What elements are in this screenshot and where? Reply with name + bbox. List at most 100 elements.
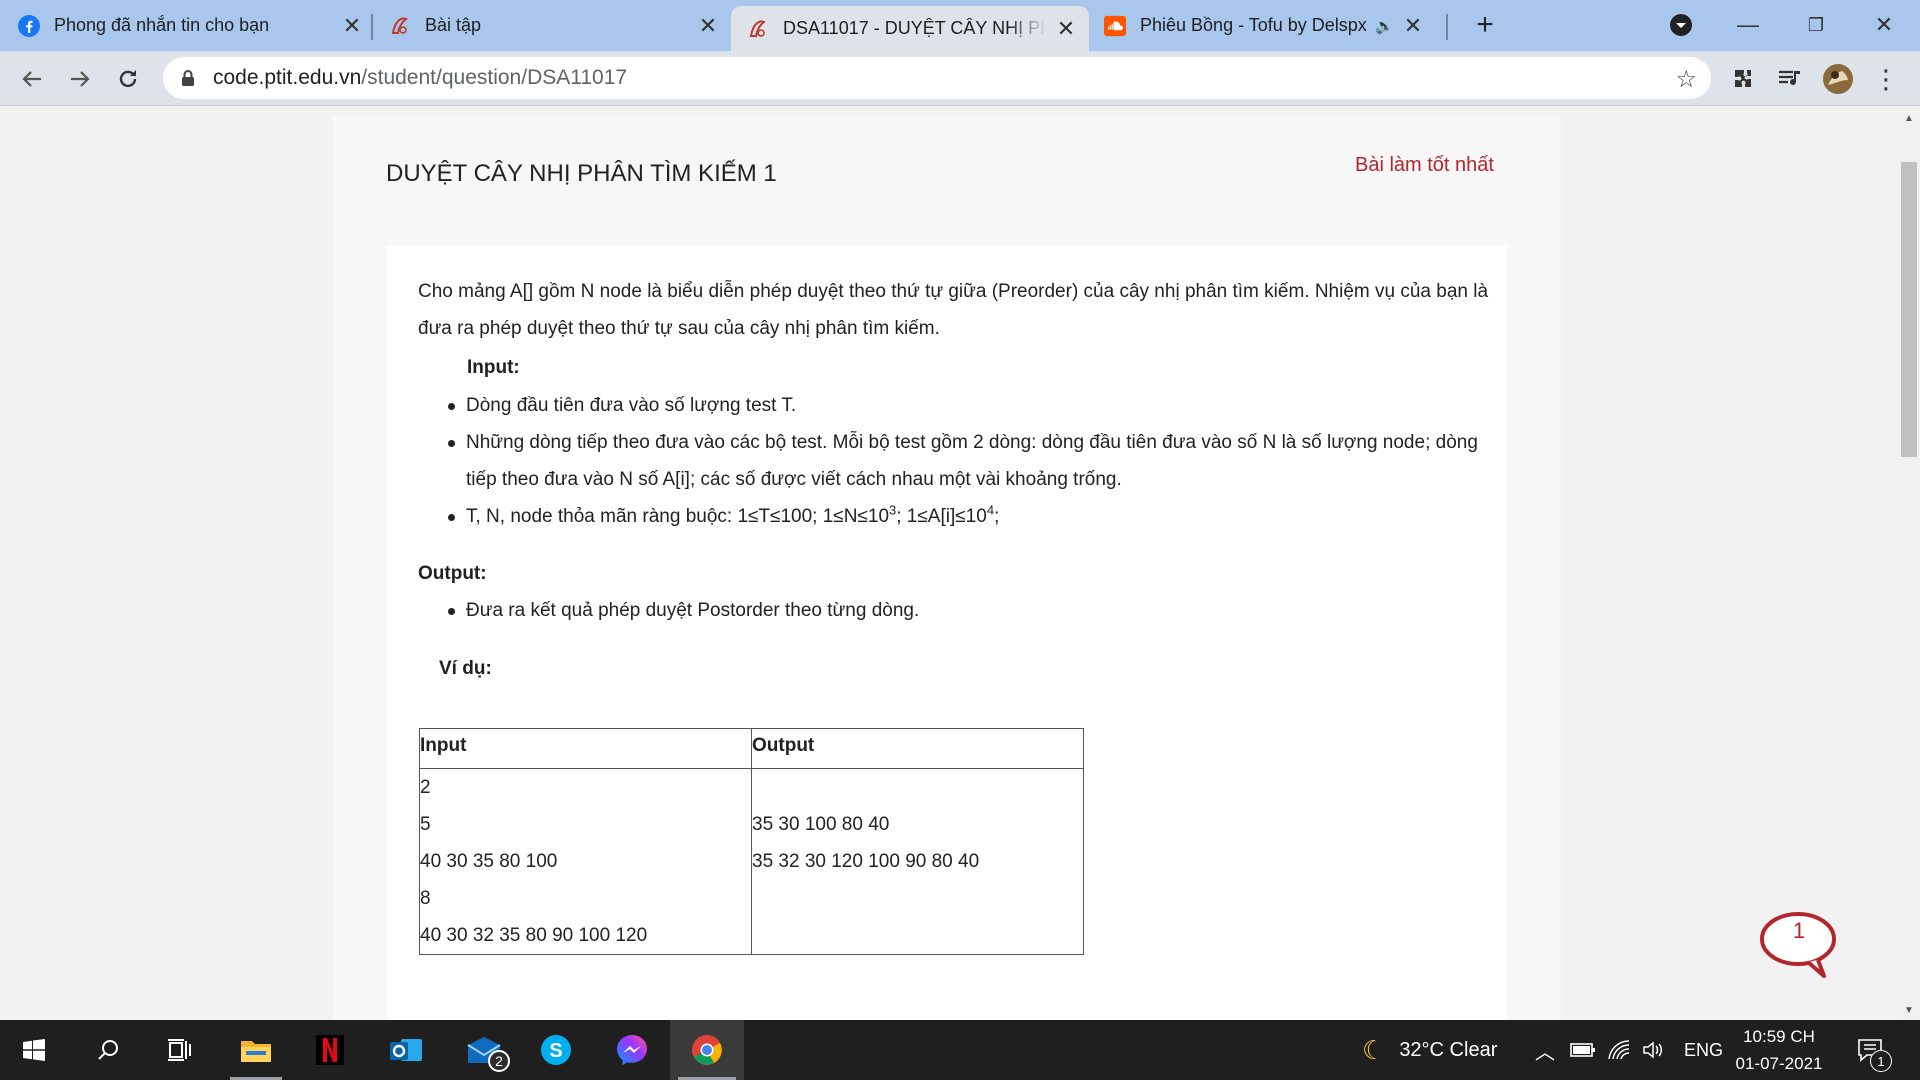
wifi-icon xyxy=(1608,1040,1630,1060)
chat-bubble-button[interactable]: 1 xyxy=(1760,910,1840,980)
folder-icon xyxy=(241,1041,271,1062)
example-heading: Ví dụ: xyxy=(439,658,492,679)
browser-toolbar: code.ptit.edu.vn/student/question/DSA110… xyxy=(0,51,1920,106)
action-center-button[interactable]: 1 xyxy=(1856,1020,1892,1080)
soundcloud-icon xyxy=(1104,15,1126,37)
weather-widget[interactable]: ☾ 32°C Clear xyxy=(1362,1020,1497,1080)
tab-title: DSA11017 - DUYỆT CÂY NHỊ PHÂ xyxy=(783,18,1047,38)
chat-badge: 1 xyxy=(1792,918,1806,943)
output-line: 35 30 100 80 40 xyxy=(752,814,890,835)
chrome-button[interactable] xyxy=(670,1020,744,1080)
minimize-button[interactable]: — xyxy=(1728,8,1768,42)
new-tab-button[interactable]: + xyxy=(1468,8,1502,42)
forward-button[interactable] xyxy=(62,61,98,97)
tab-facebook[interactable]: Phong đã nhắn tin cho bạn ✕ xyxy=(18,0,363,51)
bookmark-star-icon[interactable]: ☆ xyxy=(1675,65,1697,94)
constraint-item: T, N, node thỏa mãn ràng buộc: 1≤T≤100; … xyxy=(466,498,999,535)
clock-time: 10:59 CH xyxy=(1743,1027,1815,1046)
network-status[interactable] xyxy=(1608,1020,1630,1080)
url-host: code.ptit.edu.vn xyxy=(213,66,362,89)
outlook-button[interactable] xyxy=(372,1020,440,1080)
notification-badge: 1 xyxy=(1870,1050,1892,1072)
example-table: Input Output 2 5 40 30 35 80 100 8 40 30… xyxy=(419,728,1084,955)
battery-status[interactable] xyxy=(1570,1020,1596,1080)
address-bar[interactable]: code.ptit.edu.vn/student/question/DSA110… xyxy=(163,57,1711,99)
close-icon[interactable]: ✕ xyxy=(1402,13,1424,38)
windows-logo-icon xyxy=(23,1039,45,1061)
windows-taskbar: 2 S ☾ 32°C Clear ︿ ENG 10:59 CH 01-07-20… xyxy=(0,1020,1920,1080)
scroll-down-icon[interactable]: ▼ xyxy=(1904,1005,1914,1016)
output-heading: Output: xyxy=(418,563,487,584)
input-line: 40 30 35 80 100 xyxy=(420,851,558,872)
question-title: DUYỆT CÂY NHỊ PHÂN TÌM KIẾM 1 xyxy=(386,160,777,187)
avatar-icon xyxy=(1823,64,1853,94)
task-view-button[interactable] xyxy=(146,1020,214,1080)
page-scrollbar[interactable]: ▲ ▼ xyxy=(1898,107,1920,1020)
constraint-mid: ; 1≤A[i]≤10 xyxy=(896,506,987,527)
extensions-button[interactable] xyxy=(1727,63,1759,95)
facebook-icon xyxy=(18,14,40,37)
arrow-left-icon xyxy=(22,71,41,87)
url-text: code.ptit.edu.vn/student/question/DSA110… xyxy=(213,66,627,90)
profile-avatar[interactable] xyxy=(1822,63,1854,95)
netflix-icon xyxy=(316,1035,344,1065)
lock-icon xyxy=(182,70,194,86)
restore-button[interactable]: ❐ xyxy=(1796,8,1836,42)
bullet xyxy=(448,440,458,450)
puzzle-icon xyxy=(1735,70,1751,87)
back-button[interactable] xyxy=(14,61,50,97)
clock[interactable]: 10:59 CH 01-07-2021 xyxy=(1730,1020,1828,1080)
menu-button[interactable]: ⋮ xyxy=(1870,63,1902,95)
search-button[interactable] xyxy=(74,1020,142,1080)
input-item-2-cont: tiếp theo đưa vào N số A[i]; các số được… xyxy=(466,469,1122,490)
output-item: Đưa ra kết quả phép duyệt Postorder theo… xyxy=(466,600,920,621)
skype-icon: S xyxy=(541,1035,571,1065)
mail-badge: 2 xyxy=(488,1050,510,1072)
tab-separator xyxy=(371,14,373,40)
window-close-button[interactable]: ✕ xyxy=(1864,8,1904,42)
constraint-suffix: ; xyxy=(994,506,1000,527)
volume-icon xyxy=(1643,1041,1662,1059)
file-explorer-button[interactable] xyxy=(222,1020,290,1080)
start-button[interactable] xyxy=(0,1020,68,1080)
close-icon[interactable]: ✕ xyxy=(697,13,719,38)
netflix-button[interactable] xyxy=(296,1020,364,1080)
reload-icon xyxy=(119,70,137,88)
svg-text:S: S xyxy=(549,1040,562,1062)
show-hidden-icons[interactable]: ︿ xyxy=(1535,1020,1555,1080)
volume-control[interactable] xyxy=(1642,1020,1664,1080)
input-line: 40 30 32 35 80 90 100 120 xyxy=(420,925,648,946)
speaker-icon[interactable]: 🔈 xyxy=(1375,17,1394,35)
input-item-1: Dòng đầu tiên đưa vào số lượng test T. xyxy=(466,395,797,416)
constraint-exp-2: 4 xyxy=(986,502,995,518)
skype-button[interactable]: S xyxy=(522,1020,590,1080)
tab-search-button[interactable] xyxy=(1661,8,1701,42)
scrollbar-thumb[interactable] xyxy=(1901,162,1917,457)
bullet xyxy=(448,514,458,524)
outlook-icon xyxy=(390,1039,422,1061)
tab-soundcloud[interactable]: Phiêu Bồng - Tofu by Delspx 🔈 ✕ xyxy=(1104,0,1424,51)
close-icon[interactable]: ✕ xyxy=(1055,16,1077,41)
mail-button[interactable]: 2 xyxy=(450,1020,518,1080)
best-solution-link[interactable]: Bài làm tốt nhất xyxy=(1355,154,1494,177)
ptit-icon xyxy=(389,15,411,37)
tab-title: Phiêu Bồng - Tofu by Delspx xyxy=(1140,15,1367,35)
constraint-prefix: T, N, node thỏa mãn ràng buộc: 1≤T≤100; … xyxy=(466,506,890,527)
chevron-down-icon xyxy=(1670,14,1692,36)
input-line: 5 xyxy=(420,814,431,835)
moon-icon: ☾ xyxy=(1362,1034,1386,1065)
chevron-up-icon: ︿ xyxy=(1535,1041,1555,1064)
tab-title: Bài tập xyxy=(425,15,482,35)
input-language[interactable]: ENG xyxy=(1684,1020,1723,1080)
scroll-up-icon[interactable]: ▲ xyxy=(1904,113,1914,124)
messenger-button[interactable] xyxy=(598,1020,666,1080)
task-view-icon xyxy=(168,1039,191,1061)
reload-button[interactable] xyxy=(110,61,146,97)
table-row: 2 5 40 30 35 80 100 8 40 30 32 35 80 90 … xyxy=(419,768,1084,955)
close-icon[interactable]: ✕ xyxy=(341,13,363,38)
input-line: 8 xyxy=(420,888,431,909)
media-control-button[interactable] xyxy=(1774,63,1806,95)
tab-dsa11017[interactable]: DSA11017 - DUYỆT CÂY NHỊ PHÂ ✕ xyxy=(731,6,1089,51)
tab-bai-tap[interactable]: Bài tập ✕ xyxy=(389,0,719,51)
